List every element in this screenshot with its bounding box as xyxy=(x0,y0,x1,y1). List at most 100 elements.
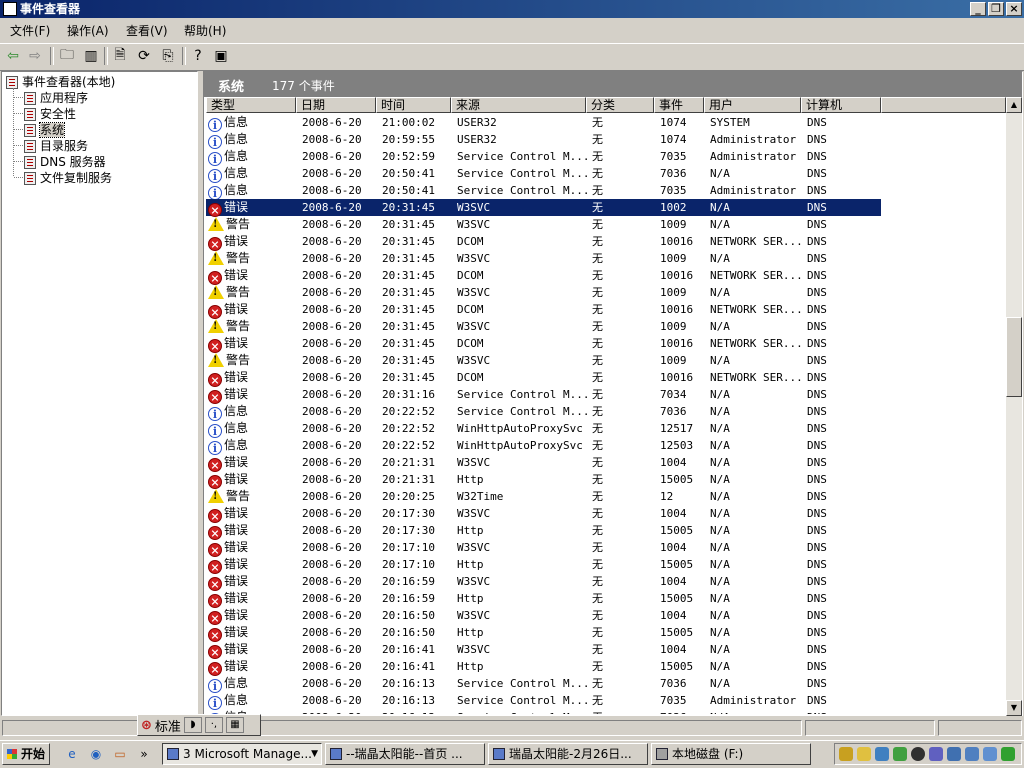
more-quicklaunch-icon[interactable]: » xyxy=(136,746,152,762)
menu-help[interactable]: 帮助(H) xyxy=(182,23,228,39)
tray-network-icon[interactable] xyxy=(875,747,889,761)
table-row[interactable]: i 信息 2008-6-20 20:22:52 WinHttpAutoProxySvc 无… xyxy=(206,420,1006,438)
table-row[interactable]: i 信息 2008-6-20 20:59:55 USER32 无 1074 Administr… xyxy=(206,131,1006,149)
tray-media-icon[interactable] xyxy=(911,747,925,761)
column-header-source[interactable]: 来源 xyxy=(451,97,586,113)
tree-item-file-replication[interactable]: 文件复制服务 xyxy=(24,170,112,186)
outlook-icon[interactable]: ◉ xyxy=(88,746,104,762)
tray-ime-icon[interactable] xyxy=(839,747,853,761)
column-header-date[interactable]: 日期 xyxy=(296,97,376,113)
task-local-disk[interactable]: 本地磁盘 (F:) xyxy=(651,743,811,765)
back-arrow-icon[interactable]: ⇦ xyxy=(4,47,22,65)
table-row[interactable]: × 错误 2008-6-20 20:16:50 Http 无 15005 N/A DNS xyxy=(206,624,1006,642)
ime-toolbar[interactable]: ⊛ 标准 ◗ ·, ▦ xyxy=(137,714,261,736)
table-row[interactable]: i 信息 2008-6-20 20:22:52 WinHttpAutoProxySvc 无… xyxy=(206,437,1006,455)
cell-time: 20:31:45 xyxy=(382,320,435,333)
help-icon[interactable]: ? xyxy=(189,47,207,65)
table-row[interactable]: × 错误 2008-6-20 20:17:10 Http 无 15005 N/A DNS xyxy=(206,556,1006,574)
column-header-time[interactable]: 时间 xyxy=(376,97,451,113)
table-row[interactable]: i 信息 2008-6-20 21:00:02 USER32 无 1074 SYSTEM DNS xyxy=(206,114,1006,132)
properties-icon[interactable]: 🗎 xyxy=(111,47,129,65)
column-header-type[interactable]: 类型 xyxy=(206,97,296,113)
column-header-category[interactable]: 分类 xyxy=(586,97,654,113)
menu-view[interactable]: 查看(V) xyxy=(124,23,170,39)
table-row[interactable]: × 错误 2008-6-20 20:31:45 DCOM 无 10016 NETWORK SE… xyxy=(206,267,1006,285)
cell-computer: DNS xyxy=(807,286,827,299)
table-row[interactable]: × 错误 2008-6-20 20:16:50 W3SVC 无 1004 N/A DNS xyxy=(206,607,1006,625)
ime-logo-icon[interactable]: ⊛ xyxy=(141,718,152,733)
tray-update-icon[interactable] xyxy=(1001,747,1015,761)
table-row[interactable]: ! 警告 2008-6-20 20:31:45 W3SVC 无 1009 N/A DNS xyxy=(206,352,1006,369)
tray-monitor-icon[interactable] xyxy=(947,747,961,761)
table-row[interactable]: i 信息 2008-6-20 20:22:52 Service Control M...… xyxy=(206,403,1006,421)
table-row[interactable]: × 错误 2008-6-20 20:31:45 DCOM 无 10016 NETWORK SE… xyxy=(206,369,1006,387)
tree-item-security[interactable]: 安全性 xyxy=(24,106,76,122)
task-browser-home[interactable]: --瑞晶太阳能--首页 ... xyxy=(325,743,485,765)
table-row[interactable]: ! 警告 2008-6-20 20:31:45 W3SVC 无 1009 N/A DNS xyxy=(206,318,1006,335)
up-folder-icon[interactable]: 🗀 xyxy=(58,47,76,65)
start-button[interactable]: 开始 xyxy=(2,743,50,765)
vertical-scrollbar[interactable]: ▲ ▼ xyxy=(1006,97,1022,716)
tree-root[interactable]: 事件查看器(本地) xyxy=(6,74,115,90)
table-row[interactable]: i 信息 2008-6-20 20:50:41 Service Control M...… xyxy=(206,165,1006,183)
table-row[interactable]: ! 警告 2008-6-20 20:31:45 W3SVC 无 1009 N/A DNS xyxy=(206,250,1006,267)
task-mmc[interactable]: 3 Microsoft Manage... ▼ xyxy=(162,743,322,765)
column-header-event[interactable]: 事件 xyxy=(654,97,704,113)
table-row[interactable]: i信息2008-6-2020:16:13Service Control M...… xyxy=(206,675,1006,693)
table-row[interactable]: i信息2008-6-2020:16:13Service Control M...… xyxy=(206,692,1006,710)
table-row[interactable]: ! 警告 2008-6-20 20:20:25 W32Time 无 12 N/A DNS xyxy=(206,488,1006,505)
desktop-icon[interactable]: ▭ xyxy=(112,746,128,762)
tree-item-directory-service[interactable]: 目录服务 xyxy=(24,138,88,154)
table-row[interactable]: × 错误 2008-6-20 20:31:16 Service Control M...… xyxy=(206,386,1006,404)
ie-icon[interactable]: e xyxy=(64,746,80,762)
menu-action[interactable]: 操作(A) xyxy=(65,23,111,39)
table-row[interactable]: × 错误 2008-6-20 20:16:59 Http 无 15005 N/A DNS xyxy=(206,590,1006,608)
menu-file[interactable]: 文件(F) xyxy=(8,23,52,39)
punctuation-icon[interactable]: ·, xyxy=(204,717,223,733)
table-row[interactable]: i 信息 2008-6-20 20:52:59 Service Control M...… xyxy=(206,148,1006,166)
export-list-icon[interactable]: ⎘ xyxy=(159,47,177,65)
table-row[interactable]: × 错误 2008-6-20 20:17:30 Http 无 15005 N/A DNS xyxy=(206,522,1006,540)
table-row[interactable]: i信息2008-6-2020:16:13Service Control M...… xyxy=(206,709,1006,714)
forward-arrow-icon[interactable]: ⇨ xyxy=(26,47,44,65)
show-hide-tree-icon[interactable]: ▥ xyxy=(82,47,100,65)
table-row[interactable]: × 错误 2008-6-20 20:17:30 W3SVC 无 1004 N/A DNS xyxy=(206,505,1006,523)
tree-item-application[interactable]: 应用程序 xyxy=(24,90,88,106)
table-row[interactable]: × 错误 2008-6-20 20:31:45 DCOM 无 10016 NETWORK SE… xyxy=(206,233,1006,251)
table-row[interactable]: × 错误 2008-6-20 20:16:59 W3SVC 无 1004 N/A DNS xyxy=(206,573,1006,591)
table-row[interactable]: × 错误 2008-6-20 20:31:45 DCOM 无 10016 NETWORK SE… xyxy=(206,301,1006,319)
cell-computer: DNS xyxy=(807,439,827,452)
tree-item-system[interactable]: 系统 xyxy=(24,122,66,138)
table-row[interactable]: × 错误 2008-6-20 20:16:41 Http 无 15005 N/A DNS xyxy=(206,658,1006,676)
refresh-icon[interactable]: ⟳ xyxy=(135,47,153,65)
console-icon[interactable]: ▣ xyxy=(212,47,230,65)
table-row[interactable]: × 错误 2008-6-20 20:21:31 W3SVC 无 1004 N/A DNS xyxy=(206,454,1006,472)
table-row[interactable]: × 错误 2008-6-20 20:17:10 W3SVC 无 1004 N/A DNS xyxy=(206,539,1006,557)
tray-monitor-icon[interactable] xyxy=(965,747,979,761)
table-row[interactable]: ! 警告 2008-6-20 20:31:45 W3SVC 无 1009 N/A DNS xyxy=(206,216,1006,233)
close-button[interactable]: × xyxy=(1006,2,1022,16)
table-row[interactable]: i 信息 2008-6-20 20:50:41 Service Control M...… xyxy=(206,182,1006,200)
cell-event: 1004 xyxy=(660,609,687,622)
scroll-up-icon[interactable]: ▲ xyxy=(1006,97,1022,113)
task-browser-news[interactable]: 瑞晶太阳能-2月26日... xyxy=(488,743,648,765)
tray-sync-icon[interactable] xyxy=(893,747,907,761)
ime-mode-label[interactable]: 标准 xyxy=(155,716,181,735)
restore-button[interactable]: ❐ xyxy=(988,2,1004,16)
tray-monitor-icon[interactable] xyxy=(983,747,997,761)
soft-keyboard-icon[interactable]: ▦ xyxy=(225,717,244,733)
column-header-computer[interactable]: 计算机 xyxy=(801,97,881,113)
table-row[interactable]: × 错误 2008-6-20 20:31:45 W3SVC 无 1002 N/A DNS xyxy=(206,199,881,217)
scroll-thumb[interactable] xyxy=(1006,317,1022,397)
tray-network-icon[interactable] xyxy=(929,747,943,761)
table-row[interactable]: × 错误 2008-6-20 20:16:41 W3SVC 无 1004 N/A DNS xyxy=(206,641,1006,659)
column-header-user[interactable]: 用户 xyxy=(704,97,801,113)
minimize-button[interactable]: _ xyxy=(970,2,986,16)
half-width-icon[interactable]: ◗ xyxy=(183,717,202,733)
table-row[interactable]: × 错误 2008-6-20 20:21:31 Http 无 15005 N/A DNS xyxy=(206,471,1006,489)
scroll-down-icon[interactable]: ▼ xyxy=(1006,700,1022,716)
tree-item-dns-server[interactable]: DNS 服务器 xyxy=(24,154,106,170)
table-row[interactable]: ! 警告 2008-6-20 20:31:45 W3SVC 无 1009 N/A DNS xyxy=(206,284,1006,301)
table-row[interactable]: × 错误 2008-6-20 20:31:45 DCOM 无 10016 NETWORK SE… xyxy=(206,335,1006,353)
tray-security-icon[interactable] xyxy=(857,747,871,761)
